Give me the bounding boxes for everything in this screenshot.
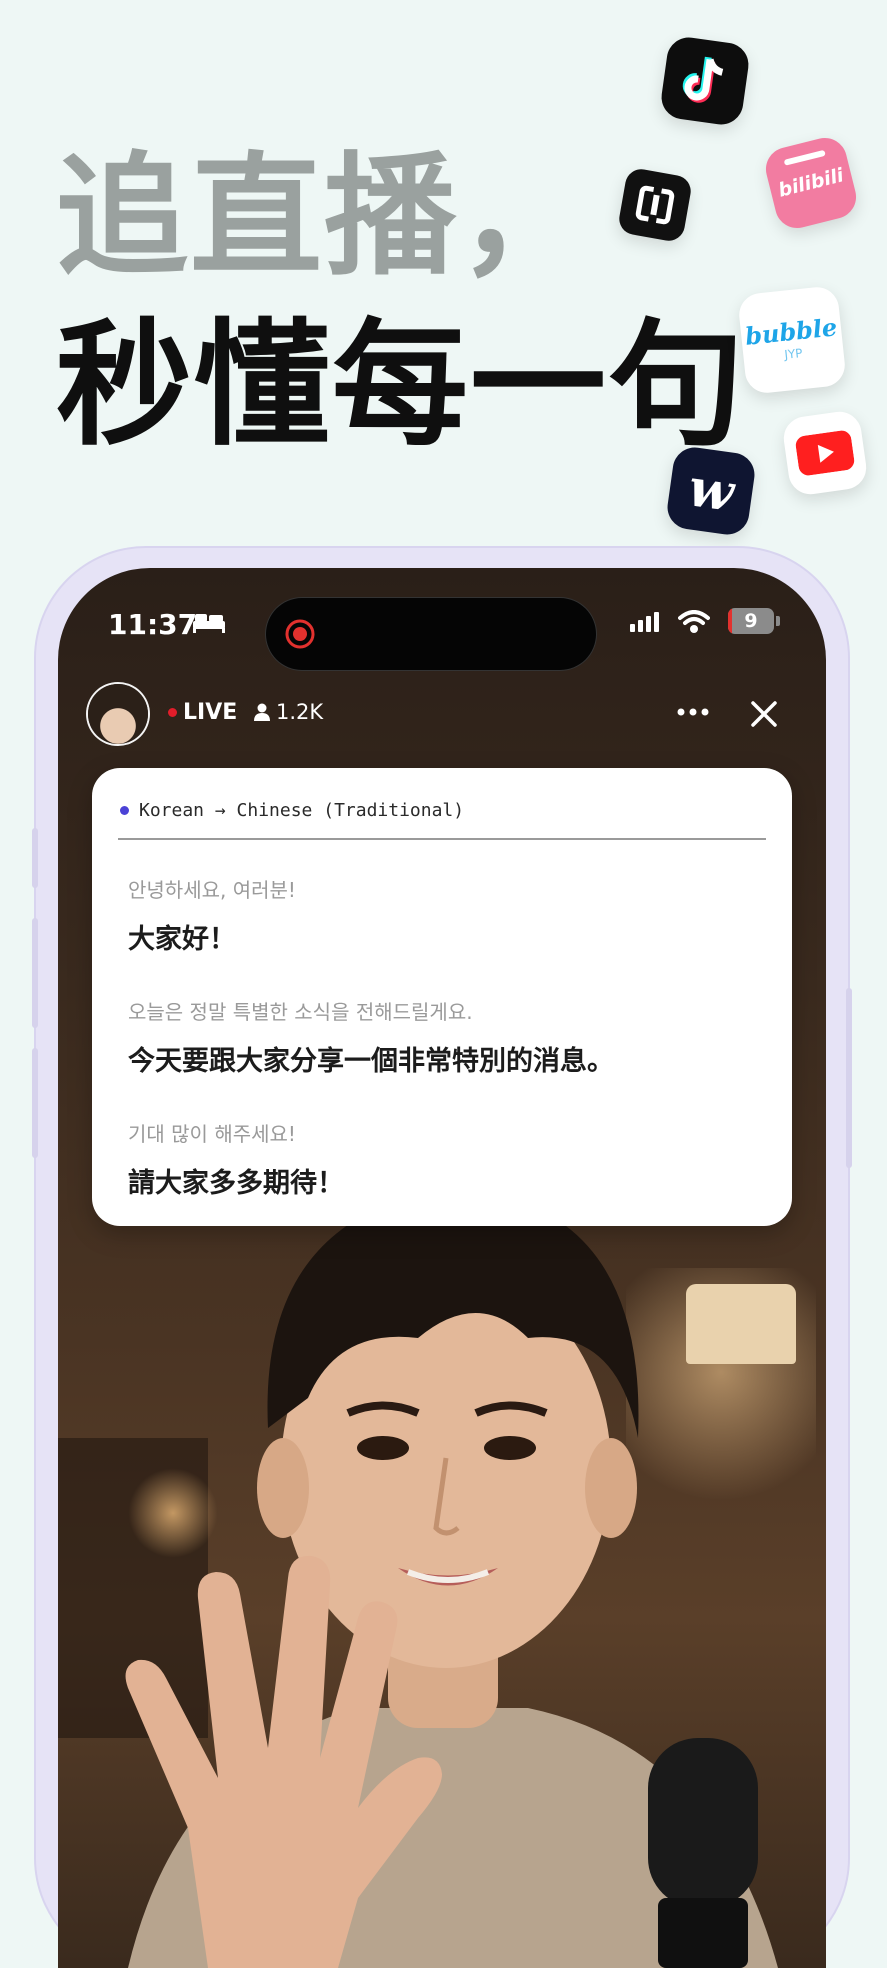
phone-power-button [846,988,852,1168]
phone-volume-down-button [32,1048,38,1158]
language-pair-label: Korean → Chinese (Traditional) [139,800,465,821]
dynamic-island [266,598,596,670]
source-text: 기대 많이 해주세요! [128,1122,296,1146]
live-label: LIVE [183,700,238,725]
viewer-count: 1.2K [254,700,323,724]
live-dot-icon [168,708,177,717]
more-icon [677,708,709,716]
more-options-button[interactable] [668,692,718,732]
language-pair-header[interactable]: Korean → Chinese (Traditional) [120,800,464,821]
transcript-line: 오늘은 정말 특별한 소식을 전해드릴게요. 今天要跟大家分享一個非常特別的消息… [128,996,762,1078]
wifi-icon [678,610,710,638]
viewer-count-value: 1.2K [276,700,324,724]
source-text: 안녕하세요, 여러분! [128,878,296,902]
battery-indicator: 9 [728,608,774,634]
bilibili-label: bilibili [776,164,846,202]
youtube-icon [780,408,870,498]
transcript-line: 안녕하세요, 여러분! 大家好！ [128,874,762,956]
weverse-label: w [684,457,738,524]
recording-icon [285,619,315,649]
person-icon [254,703,270,721]
phone-frame: 11:37 9 LIVE 1.2K Korean → Chinese (Trad… [32,548,852,1968]
translated-text: 今天要跟大家分享一個非常特別的消息。 [128,1046,614,1077]
bubble-icon: bubble JYP [737,285,847,395]
translated-text: 大家好！ [128,924,236,955]
close-button[interactable] [742,692,786,736]
live-stream-screen: 11:37 9 LIVE 1.2K Korean → Chinese (Trad… [58,568,826,1968]
close-icon [751,701,777,727]
card-divider [118,838,766,840]
box-app-icon [616,166,694,244]
translated-text: 請大家多多期待！ [128,1168,344,1199]
weverse-icon: w [664,444,758,538]
bilibili-icon: bilibili [761,133,861,233]
headline-line-2: 秒懂每一句 [56,306,746,465]
transcript-line: 기대 많이 해주세요! 請大家多多期待！ [128,1118,762,1200]
battery-fill [728,608,733,634]
language-dot-icon [120,806,129,815]
translation-card: Korean → Chinese (Traditional) 안녕하세요, 여러… [92,768,792,1226]
signal-icon [630,612,664,636]
phone-volume-up-button [32,918,38,1028]
battery-tip [776,616,780,626]
source-text: 오늘은 정말 특별한 소식을 전해드릴게요. [128,1000,473,1024]
battery-level: 9 [744,610,758,632]
sleep-mode-icon [192,612,226,640]
tiktok-icon [658,34,752,128]
live-badge: LIVE [168,700,237,725]
phone-action-button [32,828,38,888]
streamer-avatar[interactable] [88,684,148,744]
status-time: 11:37 [108,608,198,641]
